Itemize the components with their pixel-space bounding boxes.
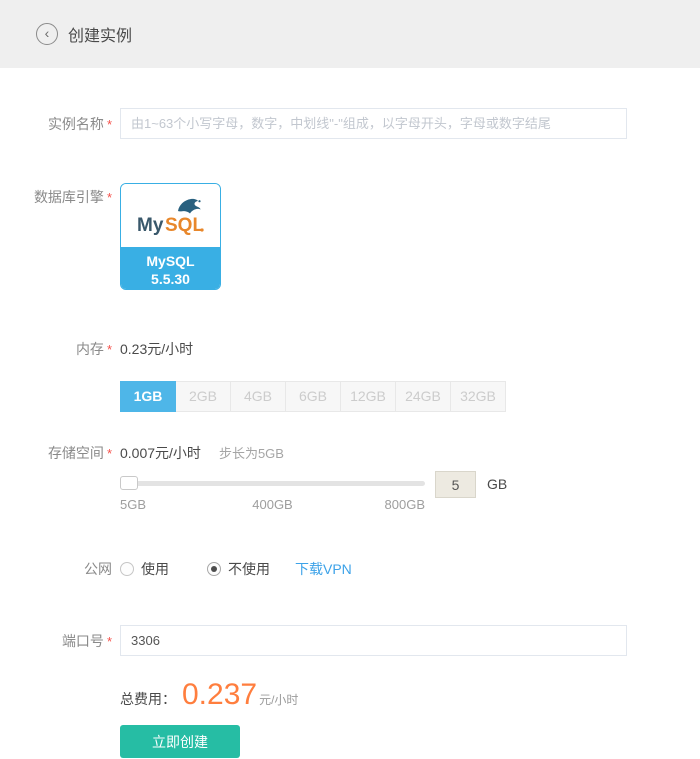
required-mark: * [106,342,112,357]
storage-unit-label: GB [487,476,508,492]
memory-option-4gb[interactable]: 4GB [230,381,286,412]
download-vpn-link[interactable]: 下载VPN [295,559,352,579]
storage-slider-handle[interactable] [120,476,138,490]
storage-slider-track[interactable] [120,476,425,490]
port-label: 端口号 * [61,632,112,649]
storage-price: 0.007元/小时 [120,445,201,461]
memory-option-2gb[interactable]: 2GB [175,381,231,412]
total-cost-label: 总费用： [120,691,176,707]
public-network-radio-use[interactable]: 使用 [120,559,169,579]
total-cost-value: 0.237 [182,678,258,711]
port-input[interactable] [120,625,627,656]
engine-name: MySQL [146,253,195,269]
db-engine-label: 数据库引擎 * [33,189,112,205]
required-mark: * [106,633,112,649]
create-instance-form: 实例名称* 数据库引擎* My SQL MySQL [0,108,700,758]
storage-price-line: 0.007元/小时 步长为5GB [120,443,700,463]
public-network-label: 公网 [84,561,112,577]
slider-max-label: 800GB [384,497,425,512]
instance-name-label: 实例名称 * [47,115,112,132]
instance-name-input[interactable] [120,108,627,139]
db-engine-row: 数据库引擎 * My SQL MySQL 5.5.30 [0,183,700,290]
radio-label: 不使用 [228,561,270,577]
mysql-logo: My SQL [121,184,220,247]
engine-card-caption: MySQL 5.5.30 [121,247,220,289]
required-mark: * [106,190,112,205]
slider-mid-label: 400GB [252,497,293,512]
memory-label: 内存 * [75,341,112,357]
radio-icon[interactable] [120,562,134,576]
engine-version: 5.5.30 [151,271,190,288]
total-cost-unit: 元/小时 [259,693,299,707]
public-network-row: 公网 使用 不使用 下载VPN [0,559,700,579]
memory-option-24gb[interactable]: 24GB [395,381,451,412]
storage-label: 存储空间 * [47,445,112,461]
radio-icon[interactable] [207,562,221,576]
mysql-engine-card[interactable]: My SQL MySQL 5.5.30 [120,183,221,290]
storage-step-note: 步长为5GB [218,446,284,461]
svg-text:My: My [137,215,164,236]
memory-options: 1GB 2GB 4GB 6GB 12GB 24GB 32GB [120,381,700,412]
slider-min-label: 5GB [120,497,147,512]
memory-price: 0.23元/小时 [120,341,194,357]
memory-row: 内存 * 0.23元/小时 1GB 2GB 4GB 6GB 12GB 24GB 3… [0,339,700,412]
page-title: 创建实例 [68,28,133,45]
storage-value-input[interactable] [435,471,476,498]
memory-option-12gb[interactable]: 12GB [340,381,396,412]
memory-option-1gb[interactable]: 1GB [120,381,176,412]
create-now-button[interactable]: 立即创建 [120,725,240,758]
back-icon[interactable]: ‹ [36,23,58,45]
instance-name-row: 实例名称 * [0,108,700,139]
radio-label: 使用 [141,561,169,577]
port-row: 端口号 * [0,625,700,656]
page-header: ‹ 创建实例 [0,0,700,68]
required-mark: * [106,116,112,132]
svg-text:SQL: SQL [165,215,204,236]
required-mark: * [106,446,112,461]
memory-option-6gb[interactable]: 6GB [285,381,341,412]
storage-row: 存储空间* 0.007元/小时 步长为5GB 5GB 400GB 800GB [0,443,700,512]
memory-option-32gb[interactable]: 32GB [450,381,506,412]
mysql-dolphin-icon [177,198,200,213]
total-cost-row: 总费用： 0.237 元/小时 [120,680,700,710]
slider-marks: 5GB 400GB 800GB [120,497,425,512]
public-network-radio-no-use[interactable]: 不使用 [207,559,270,579]
